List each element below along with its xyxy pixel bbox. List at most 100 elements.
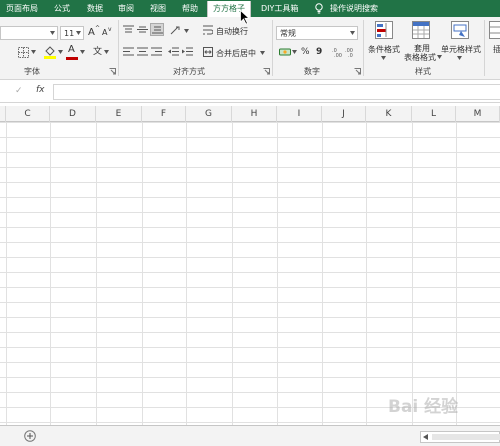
orientation-icon[interactable]	[170, 25, 182, 35]
cell-styles-button[interactable]: 单元格样式	[441, 44, 481, 55]
svg-text:.0: .0	[348, 53, 353, 57]
conditional-formatting-icon[interactable]	[375, 21, 393, 39]
increase-decimal-icon[interactable]: .0.00	[332, 47, 342, 57]
lightbulb-icon	[315, 3, 323, 14]
chevron-down-icon	[50, 31, 55, 35]
increase-indent-icon[interactable]	[182, 47, 193, 56]
decrease-indent-icon[interactable]	[168, 47, 179, 56]
align-bottom-button[interactable]	[150, 23, 164, 36]
column-header-m[interactable]: M	[456, 106, 500, 122]
chevron-down-icon[interactable]	[31, 50, 36, 54]
scrollbar-thumb[interactable]	[432, 434, 500, 440]
tab-data[interactable]: 数据	[87, 0, 103, 17]
tab-help[interactable]: 帮助	[182, 0, 198, 17]
wrap-text-icon[interactable]	[203, 25, 213, 35]
shrink-font-button[interactable]: A	[102, 28, 107, 37]
phonetic-button[interactable]: 文	[93, 44, 102, 57]
tab-diy-toolbox[interactable]: DIY工具箱	[261, 0, 298, 17]
font-size-dropdown[interactable]: 11	[60, 26, 84, 40]
align-right-icon[interactable]	[151, 47, 162, 56]
horizontal-scrollbar[interactable]	[420, 431, 500, 443]
tab-view[interactable]: 视图	[150, 0, 166, 17]
gridline	[232, 122, 233, 425]
ribbon: 11 A ^ A v A 文 字体 自动换行 合并后居中 对齐方式 常规 % 9…	[0, 17, 500, 80]
tell-me-search[interactable]: 操作说明搜索	[330, 0, 378, 17]
align-center-icon[interactable]	[137, 47, 148, 56]
chevron-down-icon[interactable]	[184, 29, 189, 33]
column-header-row: C D E F G H I J K L M	[0, 106, 500, 122]
gridline	[186, 122, 187, 425]
align-top-icon[interactable]	[123, 25, 134, 34]
gridline	[366, 122, 367, 425]
column-header-l[interactable]: L	[412, 106, 456, 122]
insert-button-partial[interactable]: 插	[493, 44, 500, 55]
ribbon-tab-bar: 页面布局 公式 数据 审阅 视图 帮助 方方格子 DIY工具箱 操作说明搜索	[0, 0, 500, 17]
insert-cells-icon[interactable]	[489, 21, 500, 39]
chevron-down-icon[interactable]	[260, 51, 265, 55]
gridline	[96, 122, 97, 425]
chevron-down-icon[interactable]	[457, 56, 462, 60]
align-middle-icon[interactable]	[137, 25, 148, 34]
fill-color-icon[interactable]	[44, 45, 56, 59]
chevron-down-icon[interactable]	[292, 50, 297, 54]
accounting-format-icon[interactable]	[279, 46, 291, 58]
font-size-value: 11	[64, 29, 75, 38]
group-separator	[272, 20, 273, 76]
tab-review[interactable]: 审阅	[118, 0, 134, 17]
format-as-table-icon[interactable]	[412, 21, 430, 39]
column-header-d[interactable]: D	[50, 106, 96, 122]
column-header-c[interactable]: C	[6, 106, 50, 122]
grow-font-button[interactable]: A	[88, 27, 95, 38]
dialog-launcher-icon[interactable]	[109, 68, 116, 75]
chevron-down-icon[interactable]	[80, 50, 85, 54]
conditional-formatting-button[interactable]: 条件格式	[368, 44, 400, 55]
tab-formulas[interactable]: 公式	[54, 0, 70, 17]
dialog-launcher-icon[interactable]	[263, 68, 270, 75]
chevron-down-icon[interactable]	[104, 50, 109, 54]
svg-text:.00: .00	[334, 53, 342, 57]
cell-styles-icon[interactable]	[451, 21, 469, 39]
merge-center-button[interactable]: 合并后居中	[216, 48, 256, 59]
formula-bar: ✓ fx	[0, 81, 500, 103]
dialog-launcher-icon[interactable]	[354, 68, 361, 75]
merge-center-icon[interactable]	[203, 47, 213, 57]
column-header-j[interactable]: J	[322, 106, 366, 122]
align-bottom-icon	[152, 26, 163, 34]
cell-grid[interactable]	[0, 122, 500, 425]
add-sheet-icon[interactable]	[24, 430, 36, 442]
font-color-swatch	[66, 57, 78, 60]
column-header-h[interactable]: H	[232, 106, 277, 122]
number-group-label: 数字	[304, 67, 320, 76]
format-as-table-line2[interactable]: 表格格式	[404, 52, 436, 63]
formula-input[interactable]	[53, 84, 500, 100]
font-color-button[interactable]: A	[68, 44, 75, 55]
comma-style-button[interactable]: 9	[316, 47, 322, 57]
chevron-down-icon[interactable]	[58, 50, 63, 54]
column-header-i[interactable]: I	[277, 106, 322, 122]
chevron-down-icon[interactable]	[437, 55, 442, 59]
number-format-dropdown[interactable]: 常规	[276, 26, 358, 40]
shrink-font-arrow: v	[108, 26, 112, 33]
gridline	[456, 122, 457, 425]
alignment-group-label: 对齐方式	[173, 67, 205, 76]
mouse-pointer-icon	[240, 10, 250, 25]
font-group-label: 字体	[24, 67, 40, 76]
column-header-g[interactable]: G	[186, 106, 232, 122]
insert-function-button[interactable]: fx	[36, 85, 45, 95]
percent-style-button[interactable]: %	[301, 47, 310, 57]
tab-page-layout[interactable]: 页面布局	[6, 0, 38, 17]
sheet-tab-bar	[0, 425, 500, 446]
align-left-icon[interactable]	[123, 47, 134, 56]
column-header-f[interactable]: F	[142, 106, 186, 122]
column-header-k[interactable]: K	[366, 106, 412, 122]
chevron-down-icon[interactable]	[381, 56, 386, 60]
font-name-dropdown[interactable]	[0, 26, 58, 40]
confirm-entry-button[interactable]: ✓	[15, 86, 23, 96]
border-icon[interactable]	[18, 47, 29, 58]
styles-group-label: 样式	[415, 67, 431, 76]
scroll-left-icon[interactable]	[423, 434, 428, 440]
wrap-text-button[interactable]: 自动换行	[216, 26, 248, 37]
group-separator	[484, 20, 485, 76]
decrease-decimal-icon[interactable]: .00.0	[345, 47, 355, 57]
column-header-e[interactable]: E	[96, 106, 142, 122]
